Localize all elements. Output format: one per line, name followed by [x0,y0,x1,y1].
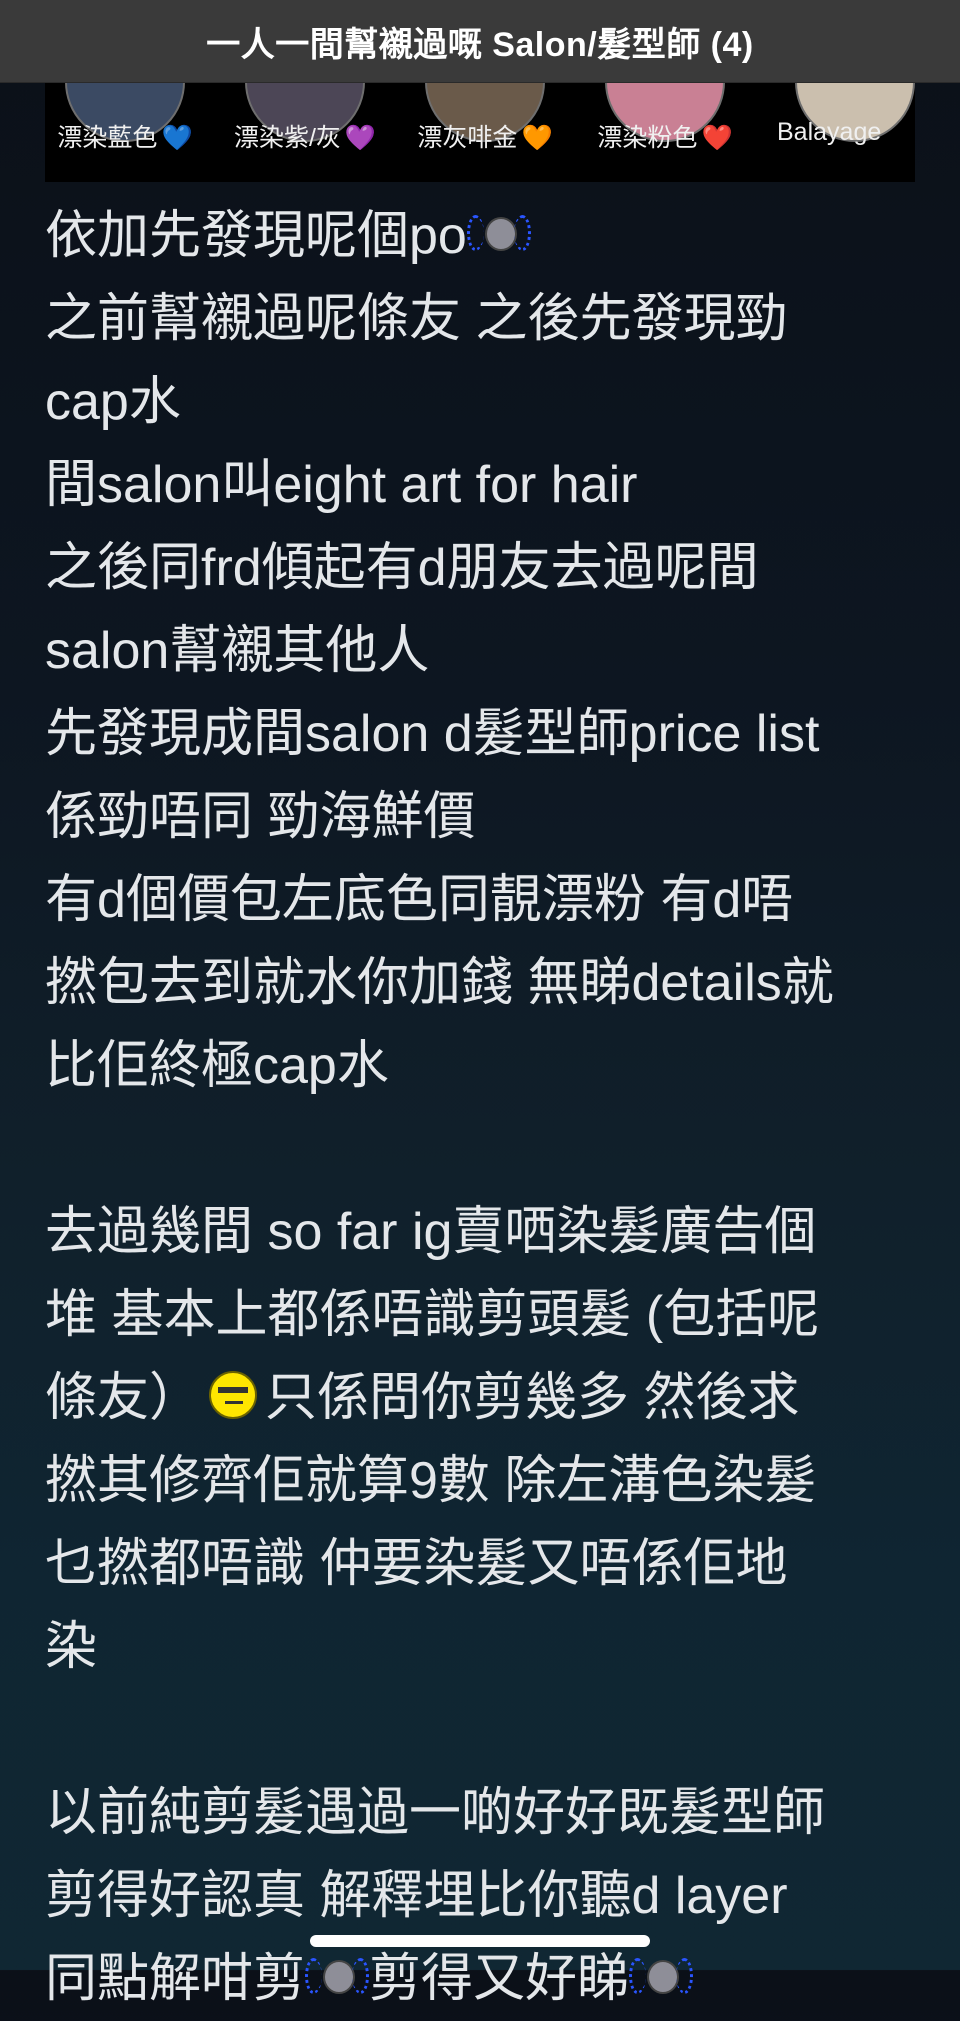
post-line: salon幫襯其他人 [45,622,430,680]
color-swatch-balayage: Balayage [765,82,915,182]
post-line: 染 [45,1618,98,1676]
post-line: 以前純剪髮遇過一啲好好既髮型師 [45,1784,826,1842]
crying-emoji-icon [629,1952,694,2002]
post-line: 剪得好認真 解釋埋比你聽d layer [45,1867,788,1925]
post-line: 條友） 只係問你剪幾多 然後求 [45,1369,800,1427]
blue-heart-icon: 💙 [161,124,193,152]
hair-color-strip: 漂染藍色 💙 漂染紫/灰 💜 漂灰啡金 🧡 漂染粉色 ❤️ Balayage [45,82,915,182]
post-line: 比佢終極cap水 [45,1037,389,1095]
swatch-label: 漂染藍色 💙 [57,124,193,152]
purple-heart-icon: 💜 [344,124,377,152]
post-line: 去過幾間 so far ig賣哂染髮廣告個 [45,1203,817,1261]
color-swatch-ash-gold: 漂灰啡金 🧡 [405,82,565,182]
post-line: 依加先發現呢個po [45,195,925,278]
post-line: cap水 [45,373,181,431]
post-line: 間salon叫eight art for hair [45,456,638,514]
post-line: 乜撚都唔識 仲要染髮又唔係佢地 [45,1535,788,1593]
color-swatch-pink: 漂染粉色 ❤️ [585,82,745,182]
top-title-bar: 一人一間幫襯過嘅 Salon/髮型師 (4) [0,0,960,83]
crying-emoji-icon [466,209,531,259]
post-line: 同點解咁剪 剪得又好睇 [45,1938,925,2021]
color-swatch-blue: 漂染藍色 💙 [45,82,205,182]
post-line: 係勁唔同 勁海鮮價 [45,788,476,846]
post-line: 堆 基本上都係唔識剪頭髮 (包括呢 [45,1286,820,1344]
post-line: 撚其修齊佢就算9數 除左溝色染髮 [45,1452,817,1510]
orange-heart-icon: 🧡 [521,124,553,152]
swatch-label: 漂灰啡金 🧡 [417,124,553,152]
swatch-label: Balayage [777,118,882,146]
red-heart-icon: ❤️ [701,124,733,152]
post-line: 之後同frd傾起有d朋友去過呢間 [45,539,759,597]
post-body: 依加先發現呢個po 之前幫襯過呢條友 之後先發現勁 cap水 間salon叫ei… [45,195,925,2021]
post-line: 有d個價包左底色同靚漂粉 有d唔 [45,871,794,929]
swatch-label: 漂染紫/灰 💜 [233,124,377,152]
home-indicator[interactable] [310,1935,650,1947]
post-line: 撚包去到就水你加錢 無睇details就 [45,954,834,1012]
smirk-emoji-icon [209,1371,258,1419]
post-line: 先發現成間salon d髮型師price list [45,705,820,763]
thread-title: 一人一間幫襯過嘅 Salon/髮型師 (4) [206,25,754,64]
color-swatch-purple: 漂染紫/灰 💜 [225,82,385,182]
swatch-label: 漂染粉色 ❤️ [597,124,733,152]
post-line: 之前幫襯過呢條友 之後先發現勁 [45,290,788,348]
crying-emoji-icon [305,1952,370,2002]
